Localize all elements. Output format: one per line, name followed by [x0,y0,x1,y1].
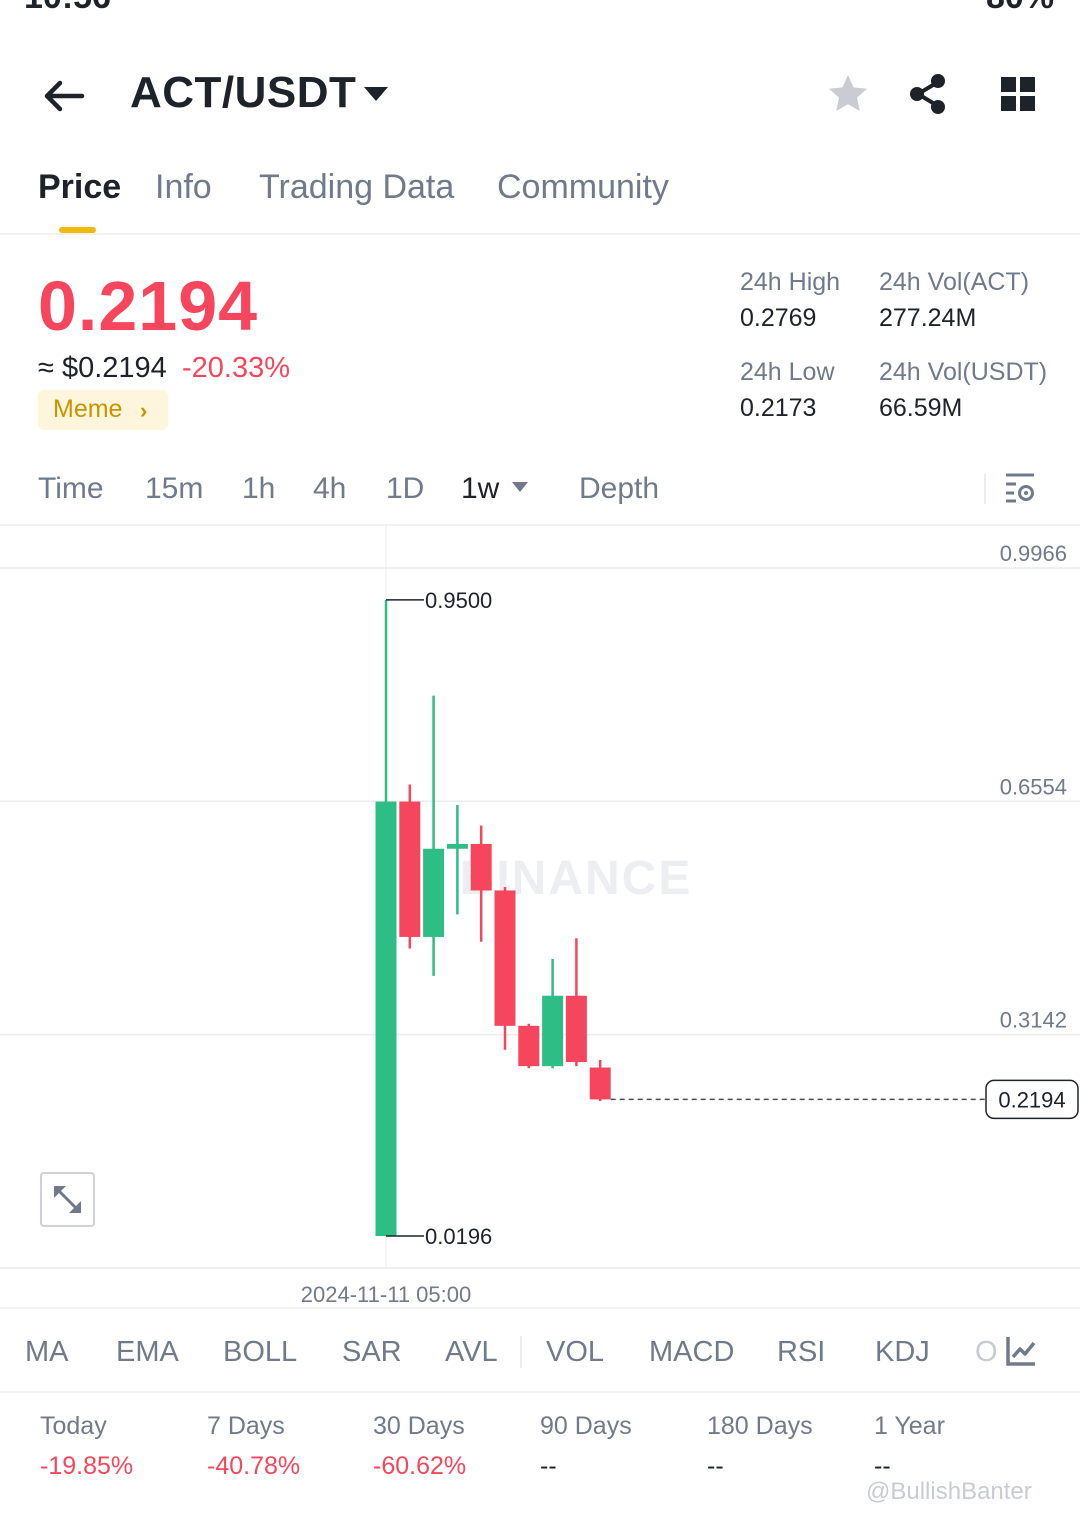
indicator-obv-partial[interactable]: O [975,1336,998,1369]
indicator-kdj[interactable]: KDJ [875,1336,930,1369]
indicator-separator [520,1336,522,1368]
category-tag-button[interactable]: Meme › [38,390,168,430]
indicator-ma[interactable]: MA [25,1336,69,1369]
candle [375,599,397,1236]
perf-value-today: -19.85% [40,1452,134,1480]
interval-separator [984,474,986,504]
candle-body [375,801,397,1236]
candlestick-chart-svg: 0.99660.65540.31422024-11-11 05:00 BINAN… [0,526,1080,1307]
trading-pair-title[interactable]: ACT/USDT [130,68,356,118]
perf-value-1y: -- [874,1452,891,1480]
tab-community[interactable]: Community [497,168,669,207]
chart-settings-icon[interactable] [1002,470,1038,506]
indicators-divider [0,1391,1080,1393]
min-price-label: 0.0196 [425,1224,492,1249]
perf-label-today: Today [40,1412,107,1440]
tab-trading-data[interactable]: Trading Data [259,168,454,207]
battery-level: 80% [986,0,1054,14]
star-icon[interactable] [826,72,870,116]
fullscreen-button[interactable] [40,1172,95,1227]
x-tick-label: 2024-11-11 05:00 [301,1282,471,1307]
interval-1w[interactable]: 1w [461,472,499,506]
candle-body [470,843,492,891]
indicator-avl[interactable]: AVL [445,1336,498,1369]
interval-caret-down-icon[interactable] [510,480,530,494]
perf-label-90d: 90 Days [540,1412,632,1440]
chart-bottom-divider [0,1307,1080,1309]
perf-label-7d: 7 Days [207,1412,285,1440]
candle-body [494,890,516,1026]
indicator-ema[interactable]: EMA [116,1336,179,1369]
candle [423,695,445,976]
max-price-label: 0.9500 [425,588,492,613]
interval-15m[interactable]: 15m [145,472,203,506]
low-label: 24h Low [740,358,835,386]
vol-quote-label: 24h Vol(USDT) [879,358,1048,386]
interval-4h[interactable]: 4h [313,472,346,506]
tab-info[interactable]: Info [155,168,212,207]
candle-body [446,843,468,849]
interval-1d[interactable]: 1D [386,472,424,506]
perf-value-180d: -- [707,1452,724,1480]
indicator-settings-icon[interactable] [1004,1334,1038,1368]
perf-value-90d: -- [540,1452,557,1480]
candle [470,825,492,942]
candle-body [423,848,445,937]
grid-icon[interactable] [996,72,1040,116]
indicator-vol[interactable]: VOL [546,1336,604,1369]
last-price-label: 0.2194 [998,1087,1065,1112]
tabs-divider [0,233,1080,235]
low-value: 0.2173 [740,394,817,422]
usd-price: ≈ $0.2194 [38,352,167,384]
candle-body [565,995,587,1063]
candle [494,887,516,1050]
perf-label-180d: 180 Days [707,1412,813,1440]
price-change-percent: -20.33% [182,352,291,384]
y-tick-label: 0.3142 [1000,1008,1067,1033]
candle-body [589,1067,611,1100]
share-icon[interactable] [906,72,950,116]
interval-1h[interactable]: 1h [242,472,275,506]
category-tag-label: Meme [53,395,123,423]
high-value: 0.2769 [740,304,817,332]
indicator-sar[interactable]: SAR [342,1336,402,1369]
candle-body [399,801,421,937]
perf-label-1y: 1 Year [874,1412,945,1440]
price-chart[interactable]: 0.9966 0.6554 0.3142 2024-11-11 05:00 BINAN… [0,526,1080,1310]
back-arrow-icon[interactable] [40,72,88,120]
perf-value-7d: -40.78% [207,1452,301,1480]
tab-price[interactable]: Price [38,168,121,207]
credit-watermark: @BullishBanter [866,1478,1032,1505]
perf-value-30d: -60.62% [373,1452,467,1480]
chevron-right-icon: › [140,398,148,423]
vol-quote-value: 66.59M [879,394,963,422]
candle [399,784,421,949]
indicator-rsi[interactable]: RSI [777,1336,825,1369]
vol-base-value: 277.24M [879,304,977,332]
candle [542,958,564,1069]
candle [565,938,587,1067]
status-time: 10:56 [24,0,111,14]
status-bar: 10:56 80% [0,0,1080,14]
y-tick-label: 0.6554 [1000,774,1067,799]
interval-depth[interactable]: Depth [579,472,659,506]
last-price: 0.2194 [38,267,259,345]
candle [518,1023,540,1069]
caret-down-icon[interactable] [362,84,390,104]
perf-label-30d: 30 Days [373,1412,465,1440]
y-tick-label: 0.9966 [1000,541,1067,566]
high-label: 24h High [740,268,841,296]
vol-base-label: 24h Vol(ACT) [879,268,1030,296]
interval-time[interactable]: Time [38,472,104,506]
candle-body [518,1025,540,1067]
indicator-macd[interactable]: MACD [649,1336,734,1369]
expand-icon [53,1185,82,1214]
indicator-boll[interactable]: BOLL [223,1336,297,1369]
candle [589,1060,611,1102]
candle-body [542,995,564,1067]
